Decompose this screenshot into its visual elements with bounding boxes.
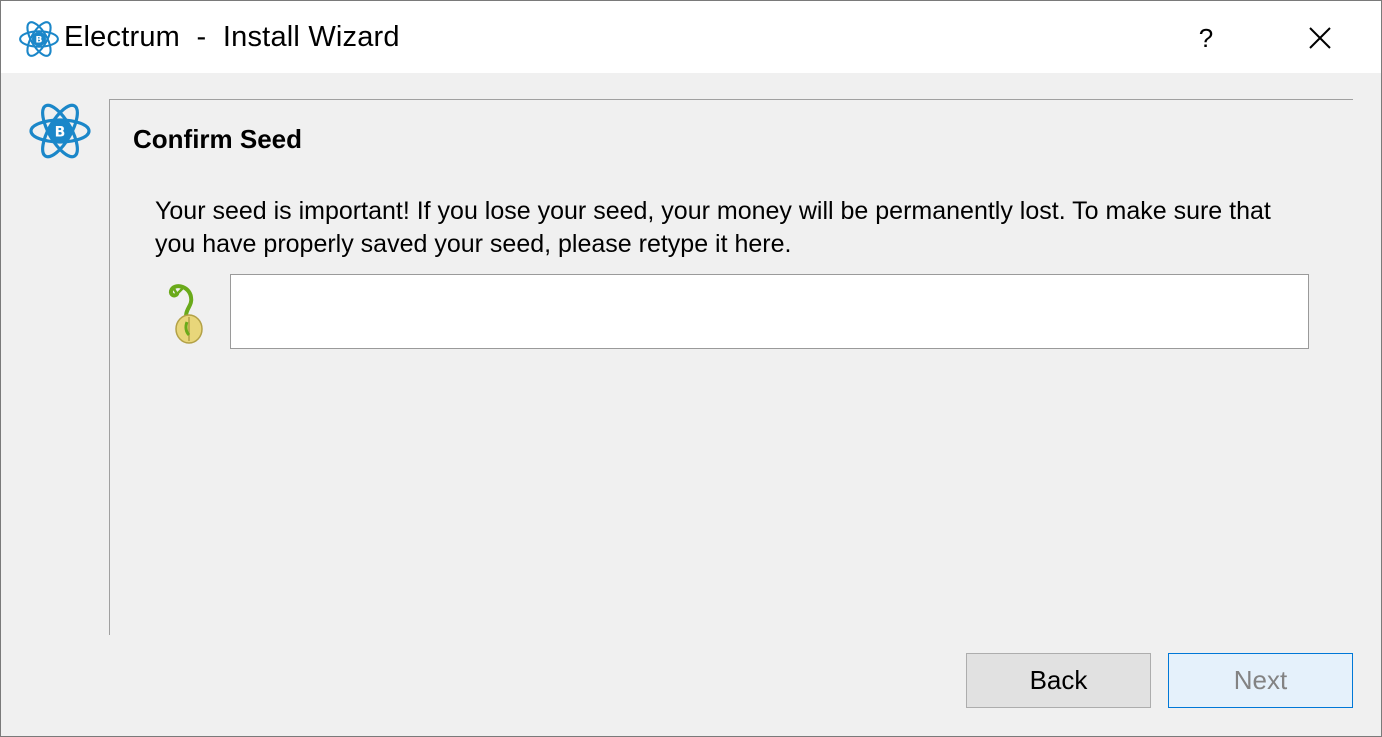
install-wizard-window: B Electrum - Install Wizard ? B Confirm … [0, 0, 1382, 737]
seed-warning-message: Your seed is important! If you lose your… [155, 197, 1271, 258]
seed-sprout-icon [168, 284, 203, 344]
back-button[interactable]: Back [966, 653, 1151, 708]
svg-text:B: B [36, 36, 43, 46]
close-button[interactable] [1297, 15, 1343, 61]
title-bar: B Electrum - Install Wizard ? [1, 1, 1381, 73]
electrum-logo-icon: B [19, 21, 59, 57]
electrum-logo-icon: B [29, 103, 91, 159]
help-button[interactable]: ? [1183, 15, 1229, 61]
page-title: Confirm Seed [133, 124, 303, 154]
next-button[interactable]: Next [1168, 653, 1353, 708]
svg-text:B: B [55, 125, 66, 141]
window-title: Electrum - Install Wizard [64, 21, 400, 53]
content-panel [109, 99, 1353, 635]
close-icon [1309, 27, 1331, 49]
seed-input[interactable] [230, 274, 1309, 349]
